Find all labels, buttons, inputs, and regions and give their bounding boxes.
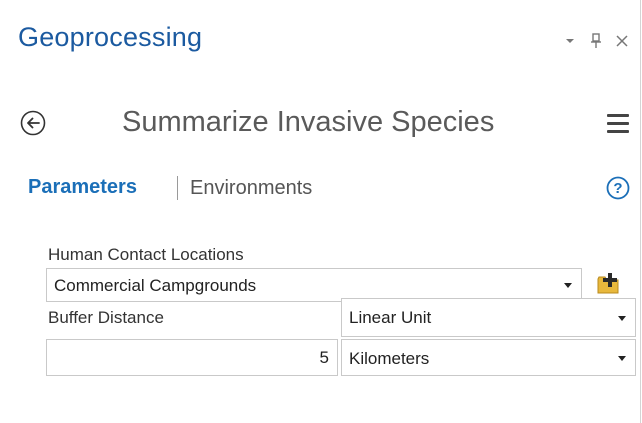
pane-title: Geoprocessing	[18, 22, 203, 52]
tool-title: Summarize Invasive Species	[122, 106, 495, 138]
help-button[interactable]: ?	[606, 176, 630, 200]
buffer-distance-input[interactable]	[46, 339, 338, 376]
chevron-down-icon	[564, 283, 572, 288]
svg-text:?: ?	[613, 180, 622, 197]
contact-locations-value: Commercial Campgrounds	[54, 276, 257, 295]
back-button[interactable]	[20, 110, 46, 136]
linear-unit-value: Linear Unit	[349, 308, 432, 327]
pin-icon[interactable]	[588, 32, 604, 50]
linear-unit-dropdown[interactable]: Linear Unit	[341, 298, 636, 337]
add-data-button[interactable]	[596, 272, 622, 296]
chevron-down-icon	[618, 316, 626, 321]
close-icon[interactable]	[614, 32, 630, 50]
geoprocessing-pane: Geoprocessing Summarize Invasive Species	[0, 0, 641, 423]
tab-divider	[177, 176, 178, 200]
add-data-folder-icon	[597, 273, 619, 294]
pane-controls	[562, 30, 630, 52]
tab-parameters[interactable]: Parameters	[28, 176, 137, 199]
units-dropdown[interactable]: Kilometers	[341, 339, 636, 376]
tool-menu-button[interactable]	[607, 114, 629, 134]
chevron-down-icon	[618, 356, 626, 361]
tab-environments[interactable]: Environments	[190, 177, 312, 200]
back-arrow-icon	[20, 110, 46, 136]
contact-locations-dropdown[interactable]: Commercial Campgrounds	[46, 268, 582, 302]
pane-options-icon[interactable]	[562, 32, 578, 50]
help-icon: ?	[606, 176, 630, 200]
units-value: Kilometers	[349, 349, 430, 368]
contact-locations-label: Human Contact Locations	[48, 245, 244, 264]
buffer-distance-label: Buffer Distance	[48, 308, 164, 327]
